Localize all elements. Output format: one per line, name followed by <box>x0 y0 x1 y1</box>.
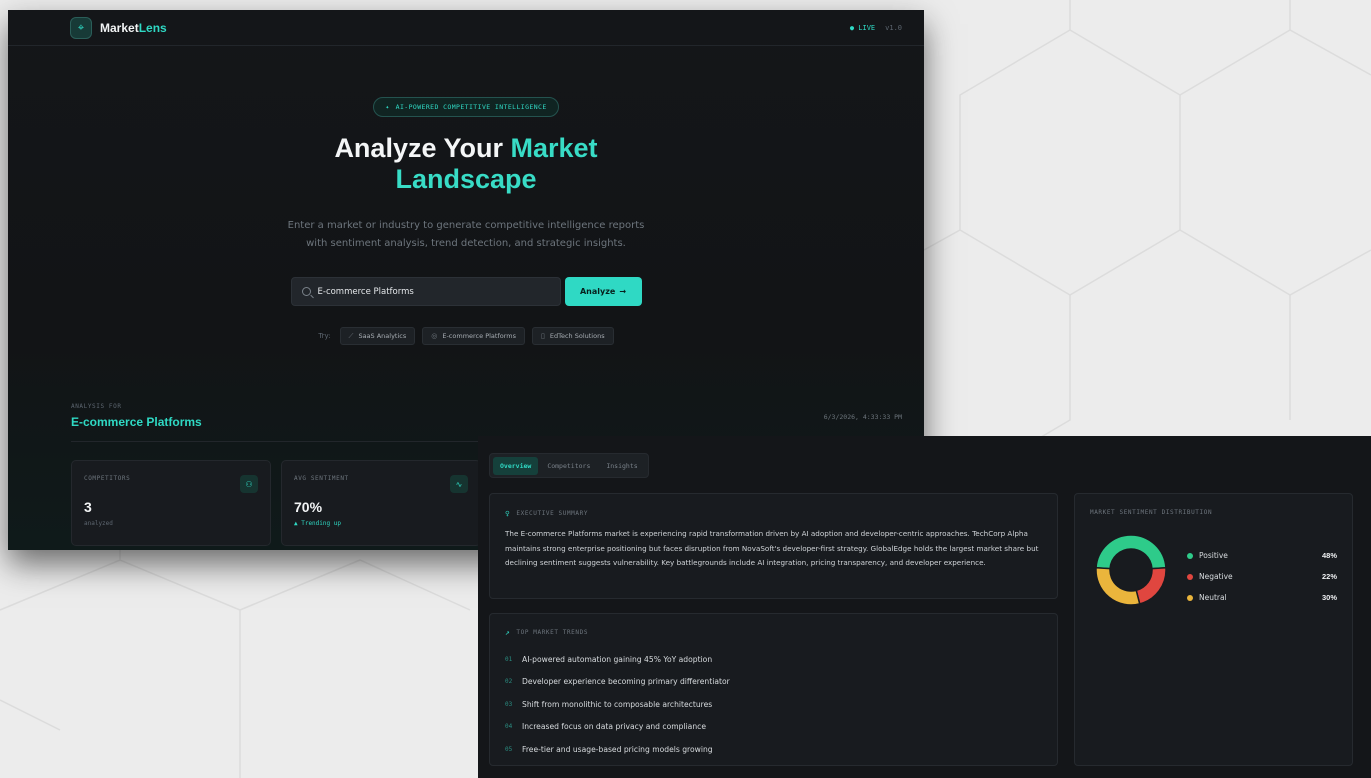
list-item: 01 AI-powered automation gaining 45% YoY … <box>505 654 713 664</box>
suggestion-chip-saas[interactable]: ⟋ SaaS Analytics <box>339 327 416 345</box>
search-icon <box>301 287 311 296</box>
legend-swatch <box>1187 573 1193 580</box>
panel-title: EXECUTIVE SUMMARY <box>516 510 589 517</box>
panel-title: TOP MARKET TRENDS <box>516 629 589 636</box>
chart-title: MARKET SENTIMENT DISTRIBUTION <box>1090 509 1213 516</box>
stat-value: 70% <box>294 499 323 515</box>
feature-pill: ✦ AI-POWERED COMPETITIVE INTELLIGENCE <box>373 97 559 117</box>
legend-swatch <box>1187 594 1193 601</box>
trend-icon: ⟋ <box>348 331 354 340</box>
hero-section: ✦ AI-POWERED COMPETITIVE INTELLIGENCE An… <box>8 46 924 345</box>
suggestion-chip-edtech[interactable]: ▯ EdTech Solutions <box>532 327 614 345</box>
chart-legend: Positive 48% Negative 22% Neutral 30% <box>1187 545 1337 608</box>
brand-name: MarketLens <box>100 20 167 35</box>
suggestions-row: Try: ⟋ SaaS Analytics ◎ E-commerce Platf… <box>8 327 924 345</box>
tab-bar: Overview Competitors Insights <box>489 453 649 478</box>
brand[interactable]: ⌖ MarketLens <box>70 16 167 39</box>
legend-item-positive: Positive 48% <box>1187 545 1337 566</box>
stat-card-sentiment: AVG SENTIMENT ∿ 70% ▲ Trending up <box>281 460 481 546</box>
users-icon: ⚇ <box>240 475 258 493</box>
pill-text: AI-POWERED COMPETITIVE INTELLIGENCE <box>395 103 547 111</box>
crosshair-icon: ⌖ <box>70 16 92 39</box>
list-item: 04 Increased focus on data privacy and co… <box>505 722 706 732</box>
analysis-label: ANALYSIS FOR <box>71 403 122 410</box>
book-icon: ▯ <box>541 332 545 340</box>
trending-up-icon: ↗ <box>505 628 511 637</box>
suggestion-chip-ecommerce[interactable]: ◎ E-commerce Platforms <box>422 327 525 345</box>
legend-swatch <box>1187 552 1193 559</box>
version-label: v1.0 <box>885 23 902 32</box>
donut-slice-negative <box>1135 567 1167 605</box>
stat-subtext: ▲ Trending up <box>294 520 341 527</box>
analysis-timestamp: 6/3/2026, 4:33:33 PM <box>823 413 902 421</box>
legend-item-neutral: Neutral 30% <box>1187 587 1337 608</box>
status-area: ● LIVE v1.0 <box>850 24 902 32</box>
legend-item-negative: Negative 22% <box>1187 566 1337 587</box>
donut-slice-positive <box>1095 534 1167 570</box>
stat-subtext: analyzed <box>84 520 113 527</box>
stat-value: 3 <box>84 499 92 515</box>
list-item: 02 Developer experience becoming primary … <box>505 677 730 687</box>
sentiment-distribution-panel: MARKET SENTIMENT DISTRIBUTION Positive 4… <box>1074 493 1353 766</box>
analysis-market: E-commerce Platforms <box>71 415 202 429</box>
activity-icon: ∿ <box>450 475 468 493</box>
arrow-right-icon: → <box>619 287 627 296</box>
tab-insights[interactable]: Insights <box>599 457 644 475</box>
page-title: Analyze Your Market Landscape <box>334 133 598 194</box>
globe-icon: ◎ <box>431 332 438 340</box>
lightbulb-icon: ♀ <box>505 509 511 518</box>
list-item: 03 Shift from monolithic to composable ar… <box>505 699 713 709</box>
search-box[interactable] <box>290 277 561 306</box>
market-trends-panel: ↗ TOP MARKET TRENDS 01 AI-powered automat… <box>489 613 1058 766</box>
suggestions-label: Try: <box>318 332 331 340</box>
search-row: Analyze→ <box>8 277 924 306</box>
trend-list: 01 AI-powered automation gaining 45% YoY … <box>505 648 1042 761</box>
live-indicator: ● LIVE <box>849 23 876 32</box>
market-search-input[interactable] <box>317 286 538 297</box>
analysis-header: ANALYSIS FOR E-commerce Platforms 6/3/20… <box>71 403 902 429</box>
sentiment-donut-chart <box>1095 534 1167 606</box>
analyze-button[interactable]: Analyze → <box>564 277 642 306</box>
top-navbar: ⌖ MarketLens ● LIVE v1.0 <box>8 10 924 46</box>
tab-overview[interactable]: Overview <box>493 456 539 475</box>
donut-slice-neutral <box>1095 567 1141 606</box>
list-item: 05 Free-tier and usage-based pricing mode… <box>505 744 713 754</box>
hero-description: Enter a market or industry to generate c… <box>287 220 645 249</box>
overview-window: Overview Competitors Insights ♀ EXECUTIV… <box>478 436 1371 778</box>
sparkle-icon: ✦ <box>385 103 390 111</box>
summary-text: The E-commerce Platforms market is exper… <box>505 529 1039 567</box>
stat-card-competitors: COMPETITORS ⚇ 3 analyzed <box>71 460 271 546</box>
executive-summary-panel: ♀ EXECUTIVE SUMMARY The E-commerce Platf… <box>489 493 1058 599</box>
tab-competitors[interactable]: Competitors <box>540 457 597 475</box>
